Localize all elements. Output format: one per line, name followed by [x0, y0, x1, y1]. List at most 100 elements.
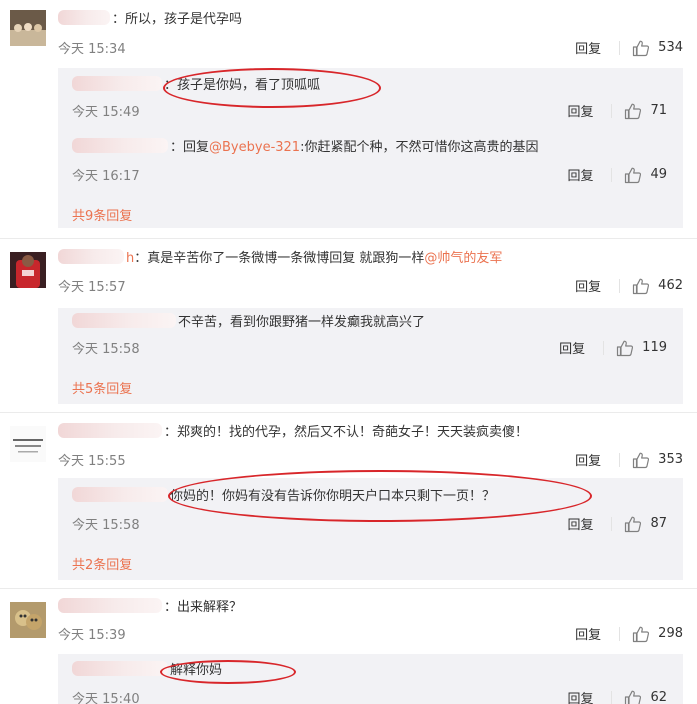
reply-text-line: 不辛苦，看到你跟野猪一样发癫我就高兴了	[72, 313, 425, 333]
divider	[619, 452, 621, 467]
thumbs-up-icon	[617, 340, 634, 356]
thumbs-up-icon	[625, 690, 642, 704]
like-count: 534	[658, 40, 683, 55]
reply-time: 今天 15:58	[72, 518, 140, 533]
reply-actions: 回复 49	[567, 165, 667, 184]
avatar-image	[10, 602, 46, 638]
reply-button[interactable]: 回复	[559, 338, 585, 357]
reply-button[interactable]: 回复	[567, 101, 593, 120]
comment-text: ：真是辛苦你了一条微博一条微博回复 就跟狗一样	[134, 251, 425, 266]
thumbs-up-icon	[633, 452, 650, 468]
avatar[interactable]	[10, 252, 46, 288]
like-count: 87	[650, 516, 667, 531]
more-replies-link[interactable]: 共9条回复	[72, 205, 132, 224]
reply-prefix: ：回复	[170, 140, 210, 155]
username-blurred[interactable]	[72, 487, 168, 502]
comment-time: 今天 15:39	[58, 628, 126, 643]
comment-actions: 回复 462	[575, 276, 683, 295]
like-button[interactable]: 119	[616, 339, 667, 357]
reply-button[interactable]: 回复	[575, 624, 601, 643]
reply-panel: ：孩子是你妈，看了顶呱呱 今天 15:49 回复 71 ：回复@Byebye-3…	[58, 68, 683, 228]
comment-text: ：所以，孩子是代孕吗	[112, 12, 243, 27]
reply-button[interactable]: 回复	[567, 165, 593, 184]
username-blurred[interactable]	[72, 76, 162, 91]
like-button[interactable]: 298	[632, 625, 683, 643]
reply-text: 你妈的！你妈有没有告诉你你明天户口本只剩下一页！？	[170, 489, 496, 504]
like-button[interactable]: 71	[624, 102, 667, 120]
avatar-image	[10, 10, 46, 46]
like-button[interactable]: 87	[624, 515, 667, 533]
reply-button[interactable]: 回复	[567, 514, 593, 533]
like-count: 462	[658, 278, 683, 293]
like-button[interactable]: 462	[632, 277, 683, 295]
reply-time: 今天 15:58	[72, 342, 140, 357]
reply-time: 今天 16:17	[72, 169, 140, 184]
like-button[interactable]: 49	[624, 166, 667, 184]
avatar-image	[10, 426, 46, 462]
comment-actions: 回复 534	[575, 38, 683, 57]
reply-button[interactable]: 回复	[575, 276, 601, 295]
username-blurred[interactable]	[72, 138, 168, 153]
divider	[619, 40, 621, 55]
username-blurred[interactable]	[72, 661, 168, 676]
like-button[interactable]: 353	[632, 451, 683, 469]
comment-actions: 回复 298	[575, 624, 683, 643]
comment-text-line: ：郑爽的！找的代孕，然后又不认！奇葩女子！天天装疯卖傻！	[58, 423, 528, 443]
username-blurred[interactable]	[58, 10, 110, 25]
like-count: 353	[658, 452, 683, 467]
reply-text-line: ：孩子是你妈，看了顶呱呱	[72, 76, 320, 96]
divider	[0, 588, 697, 589]
comment-time: 今天 15:57	[58, 280, 126, 295]
like-count: 119	[642, 340, 667, 355]
username-tail[interactable]: h	[126, 251, 134, 266]
divider	[619, 626, 621, 641]
like-button[interactable]: 62	[624, 689, 667, 704]
like-button[interactable]: 534	[632, 39, 683, 57]
reply-button[interactable]: 回复	[575, 38, 601, 57]
comment-4: ：出来解释？ 今天 15:39 回复 298 解释你妈 今天 15:40 回复 …	[0, 596, 697, 704]
reply-text: ：孩子是你妈，看了顶呱呱	[164, 78, 321, 93]
like-count: 62	[650, 690, 667, 704]
reply-actions: 回复 87	[567, 514, 667, 533]
reply-text: 不辛苦，看到你跟野猪一样发癫我就高兴了	[178, 315, 426, 330]
reply-button[interactable]: 回复	[567, 688, 593, 704]
thumbs-up-icon	[633, 40, 650, 56]
comment-text: ：出来解释？	[164, 600, 243, 615]
comment-text-line: ：出来解释？	[58, 598, 242, 618]
comment-3: ：郑爽的！找的代孕，然后又不认！奇葩女子！天天装疯卖傻！ 今天 15:55 回复…	[0, 420, 697, 582]
comment-text-line: ：所以，孩子是代孕吗	[58, 10, 242, 30]
comment-time: 今天 15:34	[58, 42, 126, 57]
username-blurred[interactable]	[72, 313, 176, 328]
thumbs-up-icon	[625, 103, 642, 119]
mention-link[interactable]: @帅气的友军	[424, 251, 502, 266]
comment-actions: 回复 353	[575, 450, 683, 469]
reply-panel: 解释你妈 今天 15:40 回复 62	[58, 654, 683, 704]
reply-text: 解释你妈	[170, 663, 223, 678]
mention-link[interactable]: @Byebye-321	[209, 140, 300, 155]
divider	[0, 412, 697, 413]
comment-time: 今天 15:55	[58, 454, 126, 469]
thumbs-up-icon	[625, 167, 642, 183]
more-replies-link[interactable]: 共2条回复	[72, 554, 132, 573]
reply-text-line: 你妈的！你妈有没有告诉你你明天户口本只剩下一页！？	[72, 487, 495, 507]
reply-panel: 你妈的！你妈有没有告诉你你明天户口本只剩下一页！？ 今天 15:58 回复 87…	[58, 478, 683, 580]
divider	[611, 690, 613, 704]
thumbs-up-icon	[625, 516, 642, 532]
reply-text: :你赶紧配个种，不然可惜你这高贵的基因	[300, 140, 539, 155]
divider	[611, 167, 613, 182]
avatar[interactable]	[10, 426, 46, 462]
comment-text-line: h：真是辛苦你了一条微博一条微博回复 就跟狗一样@帅气的友军	[58, 249, 502, 269]
username-blurred[interactable]	[58, 249, 124, 264]
username-blurred[interactable]	[58, 598, 162, 613]
avatar[interactable]	[10, 602, 46, 638]
comment-1: ：所以，孩子是代孕吗 今天 15:34 回复 534 ：孩子是你妈，看了顶呱呱 …	[0, 0, 697, 228]
reply-button[interactable]: 回复	[575, 450, 601, 469]
username-blurred[interactable]	[58, 423, 162, 438]
reply-panel: 不辛苦，看到你跟野猪一样发癫我就高兴了 今天 15:58 回复 119 共5条回…	[58, 308, 683, 404]
more-replies-link[interactable]: 共5条回复	[72, 378, 132, 397]
comment-text: ：郑爽的！找的代孕，然后又不认！奇葩女子！天天装疯卖傻！	[164, 425, 529, 440]
avatar[interactable]	[10, 10, 46, 46]
reply-text-line: ：回复@Byebye-321:你赶紧配个种，不然可惜你这高贵的基因	[72, 138, 538, 158]
like-count: 71	[650, 103, 667, 118]
divider	[611, 103, 613, 118]
